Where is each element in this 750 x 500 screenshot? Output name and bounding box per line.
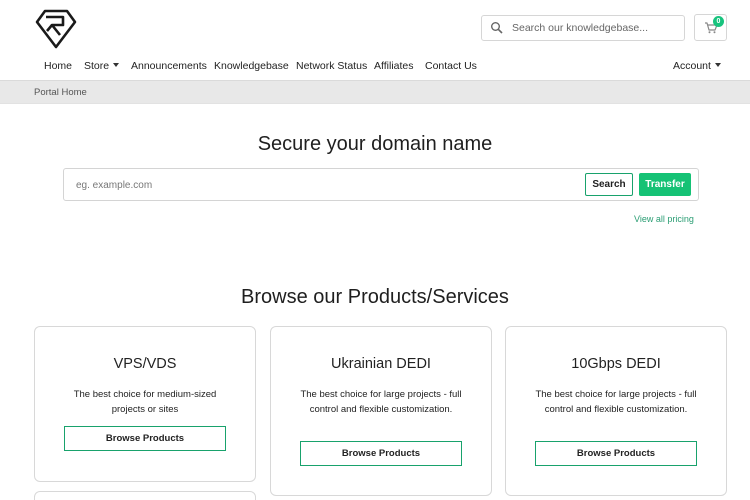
nav-store[interactable]: Store [84, 60, 120, 72]
browse-products-button[interactable]: Browse Products [300, 441, 462, 466]
main-navigation: Home Store Announcements Knowledgebase N… [0, 56, 750, 78]
chevron-down-icon [714, 63, 721, 68]
nav-account[interactable]: Account [673, 60, 721, 72]
nav-announcements[interactable]: Announcements [131, 60, 207, 72]
domain-section-title: Secure your domain name [257, 133, 493, 155]
domain-input[interactable] [76, 177, 576, 193]
brand-logo[interactable] [33, 8, 79, 50]
nav-store-label: Store [84, 60, 110, 72]
browse-products-button[interactable]: Browse Products [535, 441, 697, 466]
nav-contact-us[interactable]: Contact Us [425, 60, 477, 72]
chevron-down-icon [113, 63, 120, 68]
domain-transfer-button[interactable]: Transfer [639, 173, 691, 196]
products-section-title: Browse our Products/Services [241, 286, 509, 308]
browse-products-button[interactable]: Browse Products [64, 426, 226, 451]
product-card-title: Ukrainian DEDI [331, 356, 431, 372]
knowledgebase-search-input[interactable] [512, 19, 680, 37]
product-card-description: The best choice for large projects - ful… [300, 389, 462, 415]
product-card-title: 10Gbps DEDI [571, 356, 661, 372]
product-card-10gbps-dedi: 10Gbps DEDI The best choice for large pr… [505, 326, 727, 496]
product-card-title: VPS/VDS [113, 356, 177, 372]
product-card-vps: VPS/VDS The best choice for medium-sized… [34, 326, 256, 482]
breadcrumb-portal-home[interactable]: Portal Home [34, 87, 87, 98]
domain-search-button[interactable]: Search [585, 173, 633, 196]
nav-home[interactable]: Home [44, 60, 72, 72]
nav-affiliates[interactable]: Affiliates [374, 60, 414, 72]
breadcrumb: Portal Home [0, 80, 750, 104]
product-card-description: The best choice for medium-sized project… [73, 389, 217, 415]
nav-network-status[interactable]: Network Status [296, 60, 367, 72]
view-all-pricing-link[interactable]: View all pricing [634, 214, 694, 224]
product-card-description: The best choice for large projects - ful… [535, 389, 697, 415]
header: 0 [0, 0, 750, 56]
knowledgebase-search[interactable] [481, 15, 685, 41]
nav-knowledgebase[interactable]: Knowledgebase [214, 60, 289, 72]
product-card-partial [34, 491, 256, 500]
search-icon [491, 22, 503, 34]
nav-account-label: Account [673, 60, 711, 72]
cart-count-badge: 0 [713, 16, 724, 27]
product-card-ukrainian-dedi: Ukrainian DEDI The best choice for large… [270, 326, 492, 496]
